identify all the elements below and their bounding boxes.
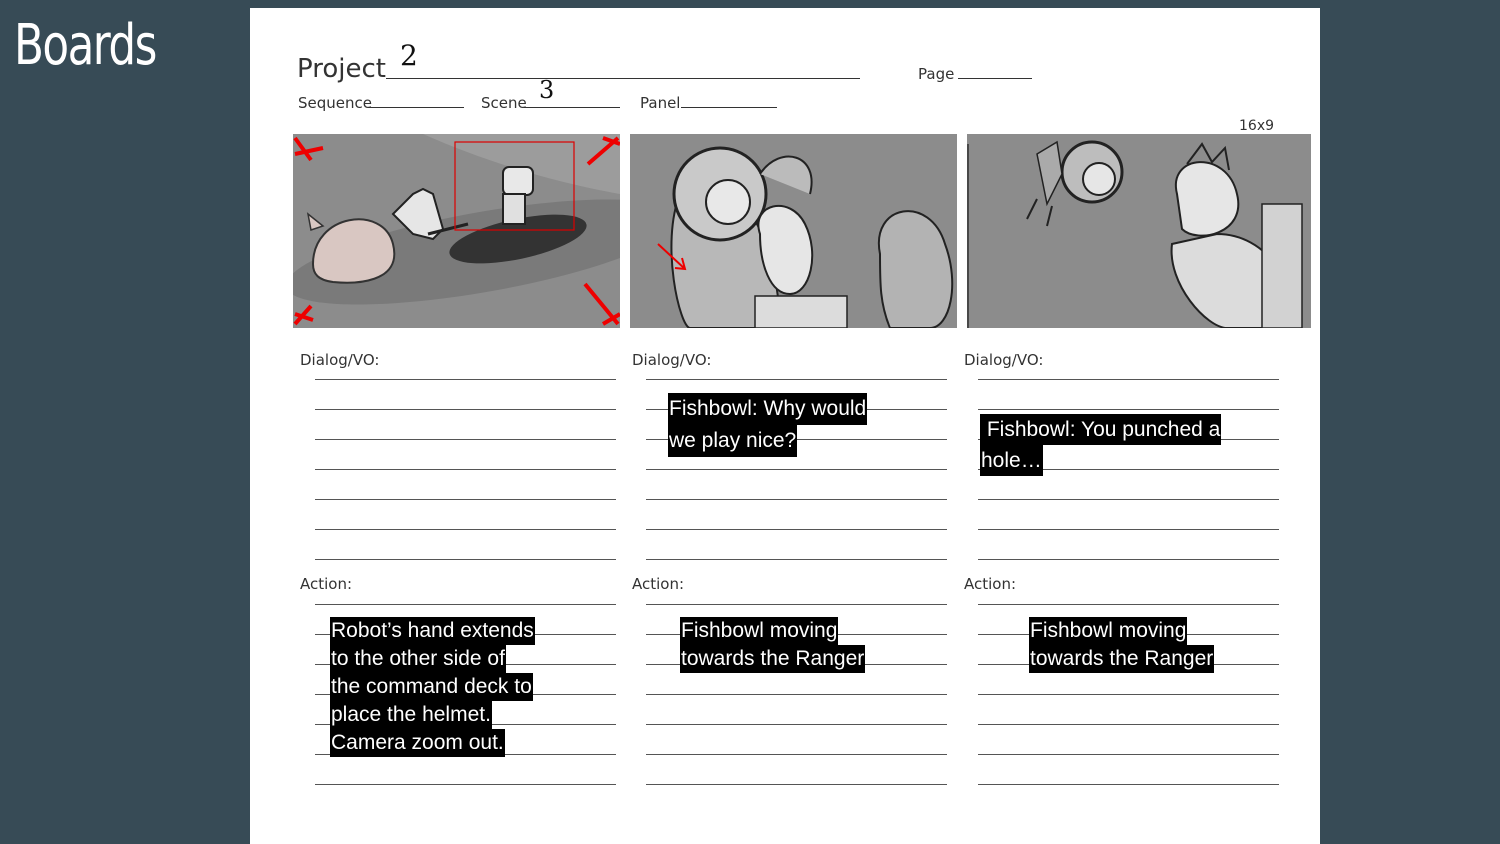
project-value: 2	[400, 39, 418, 72]
panel-1-drawing	[293, 134, 620, 328]
panel-1-action-label: Action:	[300, 575, 353, 593]
action-line: Robot’s hand extends	[330, 617, 535, 645]
scene-label: Scene	[481, 94, 527, 112]
scene-value: 3	[539, 76, 555, 104]
panel-1-dialog-rule	[315, 469, 616, 470]
panel-3-image	[967, 134, 1311, 328]
dialog-line: hole…	[980, 445, 1043, 476]
action-line: Fishbowl moving	[680, 617, 839, 645]
project-line	[386, 78, 860, 79]
panel-2-dialog-rule	[646, 379, 947, 380]
action-line: Camera zoom out.	[330, 729, 505, 757]
panel-3-dialog-rule	[978, 559, 1279, 560]
panel-3-action-rule	[978, 694, 1279, 695]
dialog-line: we play nice?	[668, 425, 798, 457]
panel-1-dialog-rule	[315, 529, 616, 530]
panel-2-dialog-text: Fishbowl: Why would we play nice?	[668, 393, 868, 457]
panel-2-action-rule	[646, 724, 947, 725]
scene-line	[524, 107, 620, 108]
panel-2-dialog-label: Dialog/VO:	[632, 351, 712, 369]
panel-1-dialog-label: Dialog/VO:	[300, 351, 380, 369]
panel-2-image	[630, 134, 957, 328]
panel-3-dialog-label: Dialog/VO:	[964, 351, 1044, 369]
panel-3-dialog-text: Fishbowl: You punched a hole…	[980, 414, 1222, 476]
panel-3-dialog-rule	[978, 529, 1279, 530]
page-label: Page	[918, 65, 955, 83]
panel-1-dialog-rule	[315, 499, 616, 500]
panel-label: Panel	[640, 94, 681, 112]
panel-2-action-text: Fishbowl moving towards the Ranger	[680, 617, 866, 673]
panel-2-action-label: Action:	[632, 575, 685, 593]
sequence-label: Sequence	[298, 94, 372, 112]
panel-3-dialog-rule	[978, 499, 1279, 500]
panel-1-dialog-rule	[315, 559, 616, 560]
panel-3-action-rule	[978, 754, 1279, 755]
page-line	[958, 78, 1032, 79]
action-line: place the helmet.	[330, 701, 492, 729]
panel-2-dialog-rule	[646, 559, 947, 560]
action-line: towards the Ranger	[1029, 645, 1215, 673]
panel-3-action-label: Action:	[964, 575, 1017, 593]
panel-3-action-rule	[978, 784, 1279, 785]
panel-2-action-rule	[646, 694, 947, 695]
panel-3-dialog-rule	[978, 409, 1279, 410]
panel-2-dialog-rule	[646, 529, 947, 530]
action-line: the command deck to	[330, 673, 533, 701]
sequence-line	[368, 107, 464, 108]
aspect-ratio: 16x9	[1239, 118, 1275, 134]
panel-1-dialog-rule	[315, 379, 616, 380]
panel-3-action-text: Fishbowl moving towards the Ranger	[1029, 617, 1215, 673]
panel-2-dialog-rule	[646, 469, 947, 470]
panel-3-action-rule	[978, 604, 1279, 605]
action-line: to the other side of	[330, 645, 506, 673]
panel-1-dialog-rule	[315, 439, 616, 440]
panel-2-dialog-rule	[646, 499, 947, 500]
panel-1-image	[293, 134, 620, 328]
panel-1-action-rule	[315, 784, 616, 785]
slide-title: Boards	[14, 13, 157, 78]
panel-2-drawing	[630, 134, 957, 328]
panel-2-action-rule	[646, 784, 947, 785]
panel-3-action-rule	[978, 724, 1279, 725]
panel-1-action-rule	[315, 604, 616, 605]
dialog-line: Fishbowl: Why would	[668, 393, 868, 425]
project-label: Project	[297, 54, 386, 84]
panel-line	[681, 107, 777, 108]
panel-3-dialog-rule	[978, 379, 1279, 380]
panel-1-dialog-rule	[315, 409, 616, 410]
storyboard-sheet: Project 2 Page Sequence Scene 3 Panel 16…	[250, 8, 1320, 844]
action-line: towards the Ranger	[680, 645, 866, 673]
panel-1-action-text: Robot’s hand extends to the other side o…	[330, 617, 535, 757]
panel-3-drawing	[967, 134, 1311, 328]
panel-2-action-rule	[646, 604, 947, 605]
panel-2-action-rule	[646, 754, 947, 755]
action-line: Fishbowl moving	[1029, 617, 1188, 645]
dialog-line: Fishbowl: You punched a	[980, 414, 1222, 445]
